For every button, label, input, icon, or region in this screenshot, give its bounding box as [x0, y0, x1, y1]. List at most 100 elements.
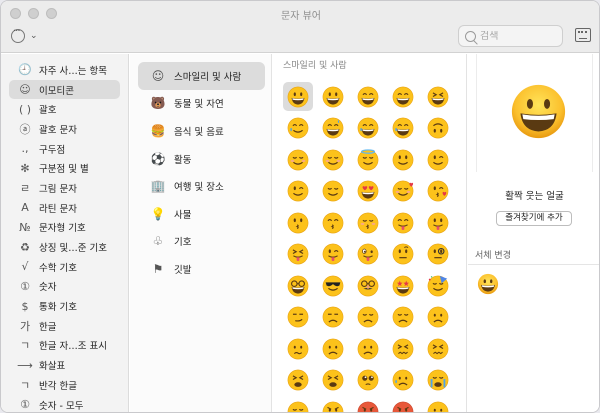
raised-brow-emoji-icon[interactable]	[388, 240, 418, 269]
category-item[interactable]: ♧ 기호	[138, 228, 265, 256]
sidebar-item[interactable]: ✻ 구분점 및 별	[9, 158, 120, 178]
upside-down-emoji-icon[interactable]	[423, 114, 453, 143]
smiley-emoji-icon[interactable]	[318, 82, 348, 111]
sidebar-item[interactable]: 가 한글	[9, 316, 120, 336]
cursing-emoji-icon[interactable]	[388, 397, 418, 412]
rage-emoji-icon[interactable]	[353, 397, 383, 412]
sidebar-item-label: 문자형 기호	[39, 223, 86, 235]
title-bar: 문자 뷰어 ⌄	[1, 1, 599, 53]
sidebar-item[interactable]: ⟶ 화살표	[9, 355, 120, 375]
nerd-emoji-icon[interactable]	[283, 271, 313, 300]
sweat-smile-emoji-icon[interactable]	[318, 114, 348, 143]
punctuation-icon: .,	[21, 142, 29, 156]
sidebar-item[interactable]: A 라틴 문자	[9, 198, 120, 218]
circled-a-icon: ⓐ	[19, 122, 31, 136]
sidebar-item[interactable]: ㄱ 반각 한글	[9, 375, 120, 395]
angry-emoji-icon[interactable]	[318, 397, 348, 412]
flag-icon: ⚑	[152, 261, 164, 276]
emoji-grid-scrollbar[interactable]	[459, 58, 464, 408]
category-item[interactable]: 🍔 음식 및 음료	[138, 117, 265, 145]
sidebar-item[interactable]: ☺ 이모티콘	[9, 79, 120, 100]
weary-emoji-icon[interactable]	[318, 366, 348, 395]
sidebar-item[interactable]: 🕘 자주 사…는 항목	[9, 60, 120, 80]
sidebar-item[interactable]: ㄹ 그림 문자	[9, 178, 120, 198]
pleading-emoji-icon[interactable]	[353, 366, 383, 395]
category-item[interactable]: 🏢 여행 및 장소	[138, 172, 265, 200]
triumph-emoji-icon[interactable]	[283, 397, 313, 412]
pensive-emoji-icon[interactable]	[388, 303, 418, 332]
frowning-emoji-icon[interactable]	[353, 334, 383, 363]
relaxed-face-icon	[322, 149, 344, 170]
grinning-emoji-icon[interactable]	[283, 82, 313, 111]
keyboard-viewer-icon[interactable]	[575, 28, 591, 42]
rofl-face-icon	[392, 117, 414, 139]
hearts-face-emoji-icon[interactable]	[388, 177, 418, 206]
heart-eyes-emoji-icon[interactable]	[353, 177, 383, 206]
squinting-tongue-emoji-icon[interactable]	[283, 240, 313, 269]
sunglasses-emoji-icon[interactable]	[318, 271, 348, 300]
confused-emoji-icon[interactable]	[283, 334, 313, 363]
winking-tongue-emoji-icon[interactable]	[318, 240, 348, 269]
kissing-heart-emoji-icon[interactable]	[423, 177, 453, 206]
sidebar-item[interactable]: ⓐ 괄호 문자	[9, 119, 120, 139]
search-input[interactable]	[480, 30, 560, 42]
slight-smile-emoji-icon[interactable]	[388, 145, 418, 174]
monocle-emoji-icon[interactable]	[423, 240, 453, 269]
innocent-emoji-icon[interactable]	[353, 145, 383, 174]
category-item[interactable]: 🐻 동물 및 자연	[138, 90, 265, 118]
search-field[interactable]	[458, 25, 563, 47]
partying-emoji-icon[interactable]	[423, 271, 453, 300]
hangul-ga-icon: 가	[19, 319, 31, 333]
joy-emoji-icon[interactable]	[353, 114, 383, 143]
slight-frown-emoji-icon[interactable]	[318, 334, 348, 363]
category-item[interactable]: ☺ 스마일리 및 사람	[138, 62, 265, 90]
sidebar-item[interactable]: ① 숫자	[9, 277, 120, 297]
relaxed-emoji-icon[interactable]	[318, 145, 348, 174]
category-item[interactable]: ⚽ 활동	[138, 145, 265, 173]
sidebar-item[interactable]: $ 통화 기호	[9, 296, 120, 316]
confounded-emoji-icon[interactable]	[423, 334, 453, 363]
rofl-emoji-icon[interactable]	[388, 114, 418, 143]
sweat-smile-face-icon	[322, 117, 344, 139]
grinning-face-variant-icon[interactable]	[477, 273, 499, 295]
kissing-closed-emoji-icon[interactable]	[353, 208, 383, 237]
add-to-favorites-button[interactable]: 즐겨찾기에 추가	[496, 211, 572, 226]
smiling-tear-emoji-icon[interactable]	[283, 114, 313, 143]
exploding-emoji-icon[interactable]	[423, 397, 453, 412]
sidebar-item[interactable]: √ 수학 기호	[9, 257, 120, 277]
sidebar-item[interactable]: ① 숫자 - 모두	[9, 395, 120, 412]
star-struck-emoji-icon[interactable]	[388, 271, 418, 300]
disguise-emoji-icon[interactable]	[353, 271, 383, 300]
yum-face-icon	[392, 212, 414, 233]
worried-emoji-icon[interactable]	[423, 303, 453, 332]
stuck-out-tongue-emoji-icon[interactable]	[423, 208, 453, 237]
wink2-emoji-icon[interactable]	[283, 177, 313, 206]
laughing-emoji-icon[interactable]	[423, 82, 453, 111]
category-item[interactable]: ⚑ 깃발	[138, 255, 265, 283]
persevere-emoji-icon[interactable]	[388, 334, 418, 363]
kissing-smiling-emoji-icon[interactable]	[318, 208, 348, 237]
relieved-emoji-icon[interactable]	[318, 177, 348, 206]
smile-emoji-icon[interactable]	[353, 82, 383, 111]
smirk-emoji-icon[interactable]	[283, 303, 313, 332]
sidebar-item[interactable]: ㄱ 한글 자…조 표시	[9, 336, 120, 356]
yum-emoji-icon[interactable]	[388, 208, 418, 237]
sidebar-item[interactable]: № 문자형 기호	[9, 218, 120, 238]
sidebar-item[interactable]: ( ) 괄호	[9, 99, 120, 119]
unamused-emoji-icon[interactable]	[318, 303, 348, 332]
cry-emoji-icon[interactable]	[388, 366, 418, 395]
sidebar-item-label: 이모티콘	[39, 85, 74, 97]
tired-emoji-icon[interactable]	[283, 366, 313, 395]
category-item[interactable]: 💡 사물	[138, 200, 265, 228]
sidebar-item[interactable]: ., 구두점	[9, 139, 120, 159]
hangul-letter-icon: ㄹ	[19, 181, 31, 195]
sidebar-item[interactable]: ♻ 상징 및…준 기호	[9, 237, 120, 257]
disappointed-emoji-icon[interactable]	[353, 303, 383, 332]
kissing-emoji-icon[interactable]	[283, 208, 313, 237]
zany-emoji-icon[interactable]	[353, 240, 383, 269]
sob-emoji-icon[interactable]	[423, 366, 453, 395]
blush-emoji-icon[interactable]	[283, 145, 313, 174]
wink-emoji-icon[interactable]	[423, 145, 453, 174]
action-menu-button[interactable]: ⌄	[11, 26, 38, 43]
grin-emoji-icon[interactable]	[388, 82, 418, 111]
